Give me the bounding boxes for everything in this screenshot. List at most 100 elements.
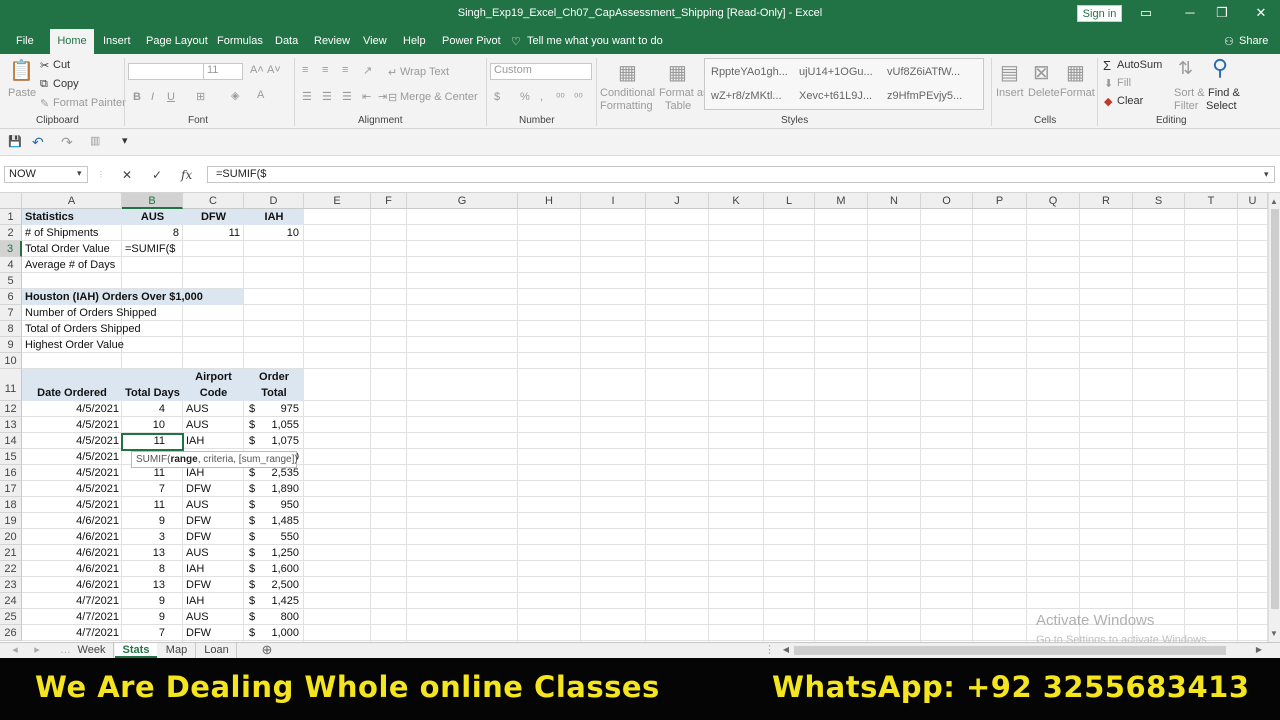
row-header-4[interactable]: 4: [0, 257, 22, 273]
hscroll-left-icon[interactable]: ◀: [780, 643, 792, 658]
ribbon-display-icon[interactable]: ▭: [1135, 4, 1157, 22]
tab-file[interactable]: File: [16, 35, 34, 47]
fill-color-icon[interactable]: ◈: [231, 89, 239, 102]
decrease-font-icon[interactable]: A˅: [267, 64, 281, 76]
align-top-icon[interactable]: ≡: [302, 64, 308, 76]
confirm-entry-icon[interactable]: ✓: [152, 168, 162, 182]
tab-power-pivot[interactable]: Power Pivot: [442, 35, 501, 47]
cell-style-item[interactable]: Xevc+t61L9J...: [799, 90, 872, 102]
horizontal-scroll-thumb[interactable]: [794, 646, 1226, 655]
sort-filter-button[interactable]: Sort &: [1174, 87, 1205, 99]
column-header-o[interactable]: O: [921, 193, 973, 209]
format-as-table-button[interactable]: Format as: [659, 87, 709, 99]
align-bottom-icon[interactable]: ≡: [342, 64, 348, 76]
customize-qat-icon[interactable]: ▾: [122, 134, 128, 147]
column-header-f[interactable]: F: [371, 193, 407, 209]
sign-in-button[interactable]: Sign in: [1077, 5, 1122, 22]
column-header-s[interactable]: S: [1133, 193, 1185, 209]
bold-button[interactable]: B: [133, 91, 141, 103]
borders-icon[interactable]: ⊞: [196, 90, 205, 103]
formula-input[interactable]: =SUMIF($: [207, 166, 1275, 183]
column-header-q[interactable]: Q: [1027, 193, 1080, 209]
expand-formula-icon[interactable]: ▾: [1264, 169, 1269, 180]
sheet-tab-loan[interactable]: Loan: [197, 643, 237, 658]
row-header-9[interactable]: 9: [0, 337, 22, 353]
tab-review[interactable]: Review: [314, 35, 350, 47]
row-header-1[interactable]: 1: [0, 209, 22, 225]
row-header-13[interactable]: 13: [0, 417, 22, 433]
name-box[interactable]: NOW: [4, 166, 88, 183]
scroll-up-icon[interactable]: ▲: [1270, 197, 1278, 206]
align-left-icon[interactable]: ☰: [302, 90, 312, 103]
hscroll-right-icon[interactable]: ▶: [1253, 643, 1265, 658]
font-name-input[interactable]: [128, 63, 204, 80]
align-middle-icon[interactable]: ≡: [322, 64, 328, 76]
column-header-r[interactable]: R: [1080, 193, 1133, 209]
percent-button[interactable]: %: [520, 91, 530, 103]
column-header-e[interactable]: E: [304, 193, 371, 209]
restore-button[interactable]: ❐: [1211, 4, 1233, 22]
row-header-3[interactable]: 3: [0, 241, 22, 257]
row-header-12[interactable]: 12: [0, 401, 22, 417]
fill-button[interactable]: Fill: [1117, 77, 1131, 89]
column-header-k[interactable]: K: [709, 193, 764, 209]
row-header-15[interactable]: 15: [0, 449, 22, 465]
worksheet-grid[interactable]: ABCDEFGHIJKLMNOPQRSTU 1 2 3 4 5 6 7 8 9 10 11 12 13 1…: [0, 193, 1268, 642]
vertical-scrollbar[interactable]: ▲ ▼: [1268, 193, 1280, 642]
font-color-icon[interactable]: A: [257, 89, 264, 101]
sheet-tab-stats[interactable]: Stats: [115, 643, 157, 658]
column-header-d[interactable]: D: [244, 193, 304, 209]
column-header-u[interactable]: U: [1238, 193, 1268, 209]
find-select-button[interactable]: Find &: [1208, 87, 1240, 99]
cell-style-item[interactable]: ujU14+1OGu...: [799, 66, 873, 78]
insert-cells-button[interactable]: Insert: [996, 87, 1024, 99]
row-header-22[interactable]: 22: [0, 561, 22, 577]
row-header-14[interactable]: 14: [0, 433, 22, 449]
tab-data[interactable]: Data: [275, 35, 298, 47]
column-header-p[interactable]: P: [973, 193, 1027, 209]
column-header-j[interactable]: J: [646, 193, 709, 209]
row-header-20[interactable]: 20: [0, 529, 22, 545]
save-icon[interactable]: 💾: [8, 135, 22, 148]
indent-icon[interactable]: ⇤: [362, 90, 371, 103]
merge-center-button[interactable]: Merge & Center: [400, 91, 478, 103]
clear-button[interactable]: Clear: [1117, 95, 1143, 107]
tab-help[interactable]: Help: [403, 35, 426, 47]
cut-button[interactable]: Cut: [53, 59, 70, 71]
insert-function-button[interactable]: fx: [181, 168, 192, 182]
row-header-24[interactable]: 24: [0, 593, 22, 609]
column-header-i[interactable]: I: [581, 193, 646, 209]
column-header-t[interactable]: T: [1185, 193, 1238, 209]
row-header-26[interactable]: 26: [0, 625, 22, 641]
row-header-25[interactable]: 25: [0, 609, 22, 625]
row-header-18[interactable]: 18: [0, 497, 22, 513]
tab-formulas[interactable]: Formulas: [217, 35, 263, 47]
column-header-m[interactable]: M: [815, 193, 868, 209]
column-header-h[interactable]: H: [518, 193, 581, 209]
function-tooltip[interactable]: SUMIF(range, criteria, [sum_range]): [131, 451, 298, 468]
add-sheet-icon[interactable]: ⊕: [258, 643, 276, 658]
next-sheet-icon[interactable]: ▸: [30, 643, 44, 658]
row-header-19[interactable]: 19: [0, 513, 22, 529]
currency-button[interactable]: $: [494, 91, 500, 103]
comma-button[interactable]: ,: [540, 91, 543, 103]
autosum-button[interactable]: AutoSum: [1117, 59, 1162, 71]
share-button[interactable]: Share: [1239, 35, 1268, 47]
tell-me-search[interactable]: Tell me what you want to do: [527, 35, 663, 47]
column-header-b[interactable]: B: [122, 193, 183, 209]
row-header-23[interactable]: 23: [0, 577, 22, 593]
scroll-thumb[interactable]: [1271, 209, 1279, 609]
align-right-icon[interactable]: ☰: [342, 90, 352, 103]
row-header-10[interactable]: 10: [0, 353, 22, 369]
row-header-21[interactable]: 21: [0, 545, 22, 561]
column-header-c[interactable]: C: [183, 193, 244, 209]
row-header-6[interactable]: 6: [0, 289, 22, 305]
orientation-icon[interactable]: ↗: [363, 64, 372, 77]
tooltip-range-arg[interactable]: range: [170, 454, 197, 465]
paste-button[interactable]: Paste: [8, 87, 36, 99]
redo-icon[interactable]: ↷: [61, 134, 73, 151]
row-header-5[interactable]: 5: [0, 273, 22, 289]
row-header-11[interactable]: 11: [0, 369, 22, 401]
minimize-button[interactable]: ─: [1179, 4, 1201, 22]
tab-insert[interactable]: Insert: [103, 35, 131, 47]
